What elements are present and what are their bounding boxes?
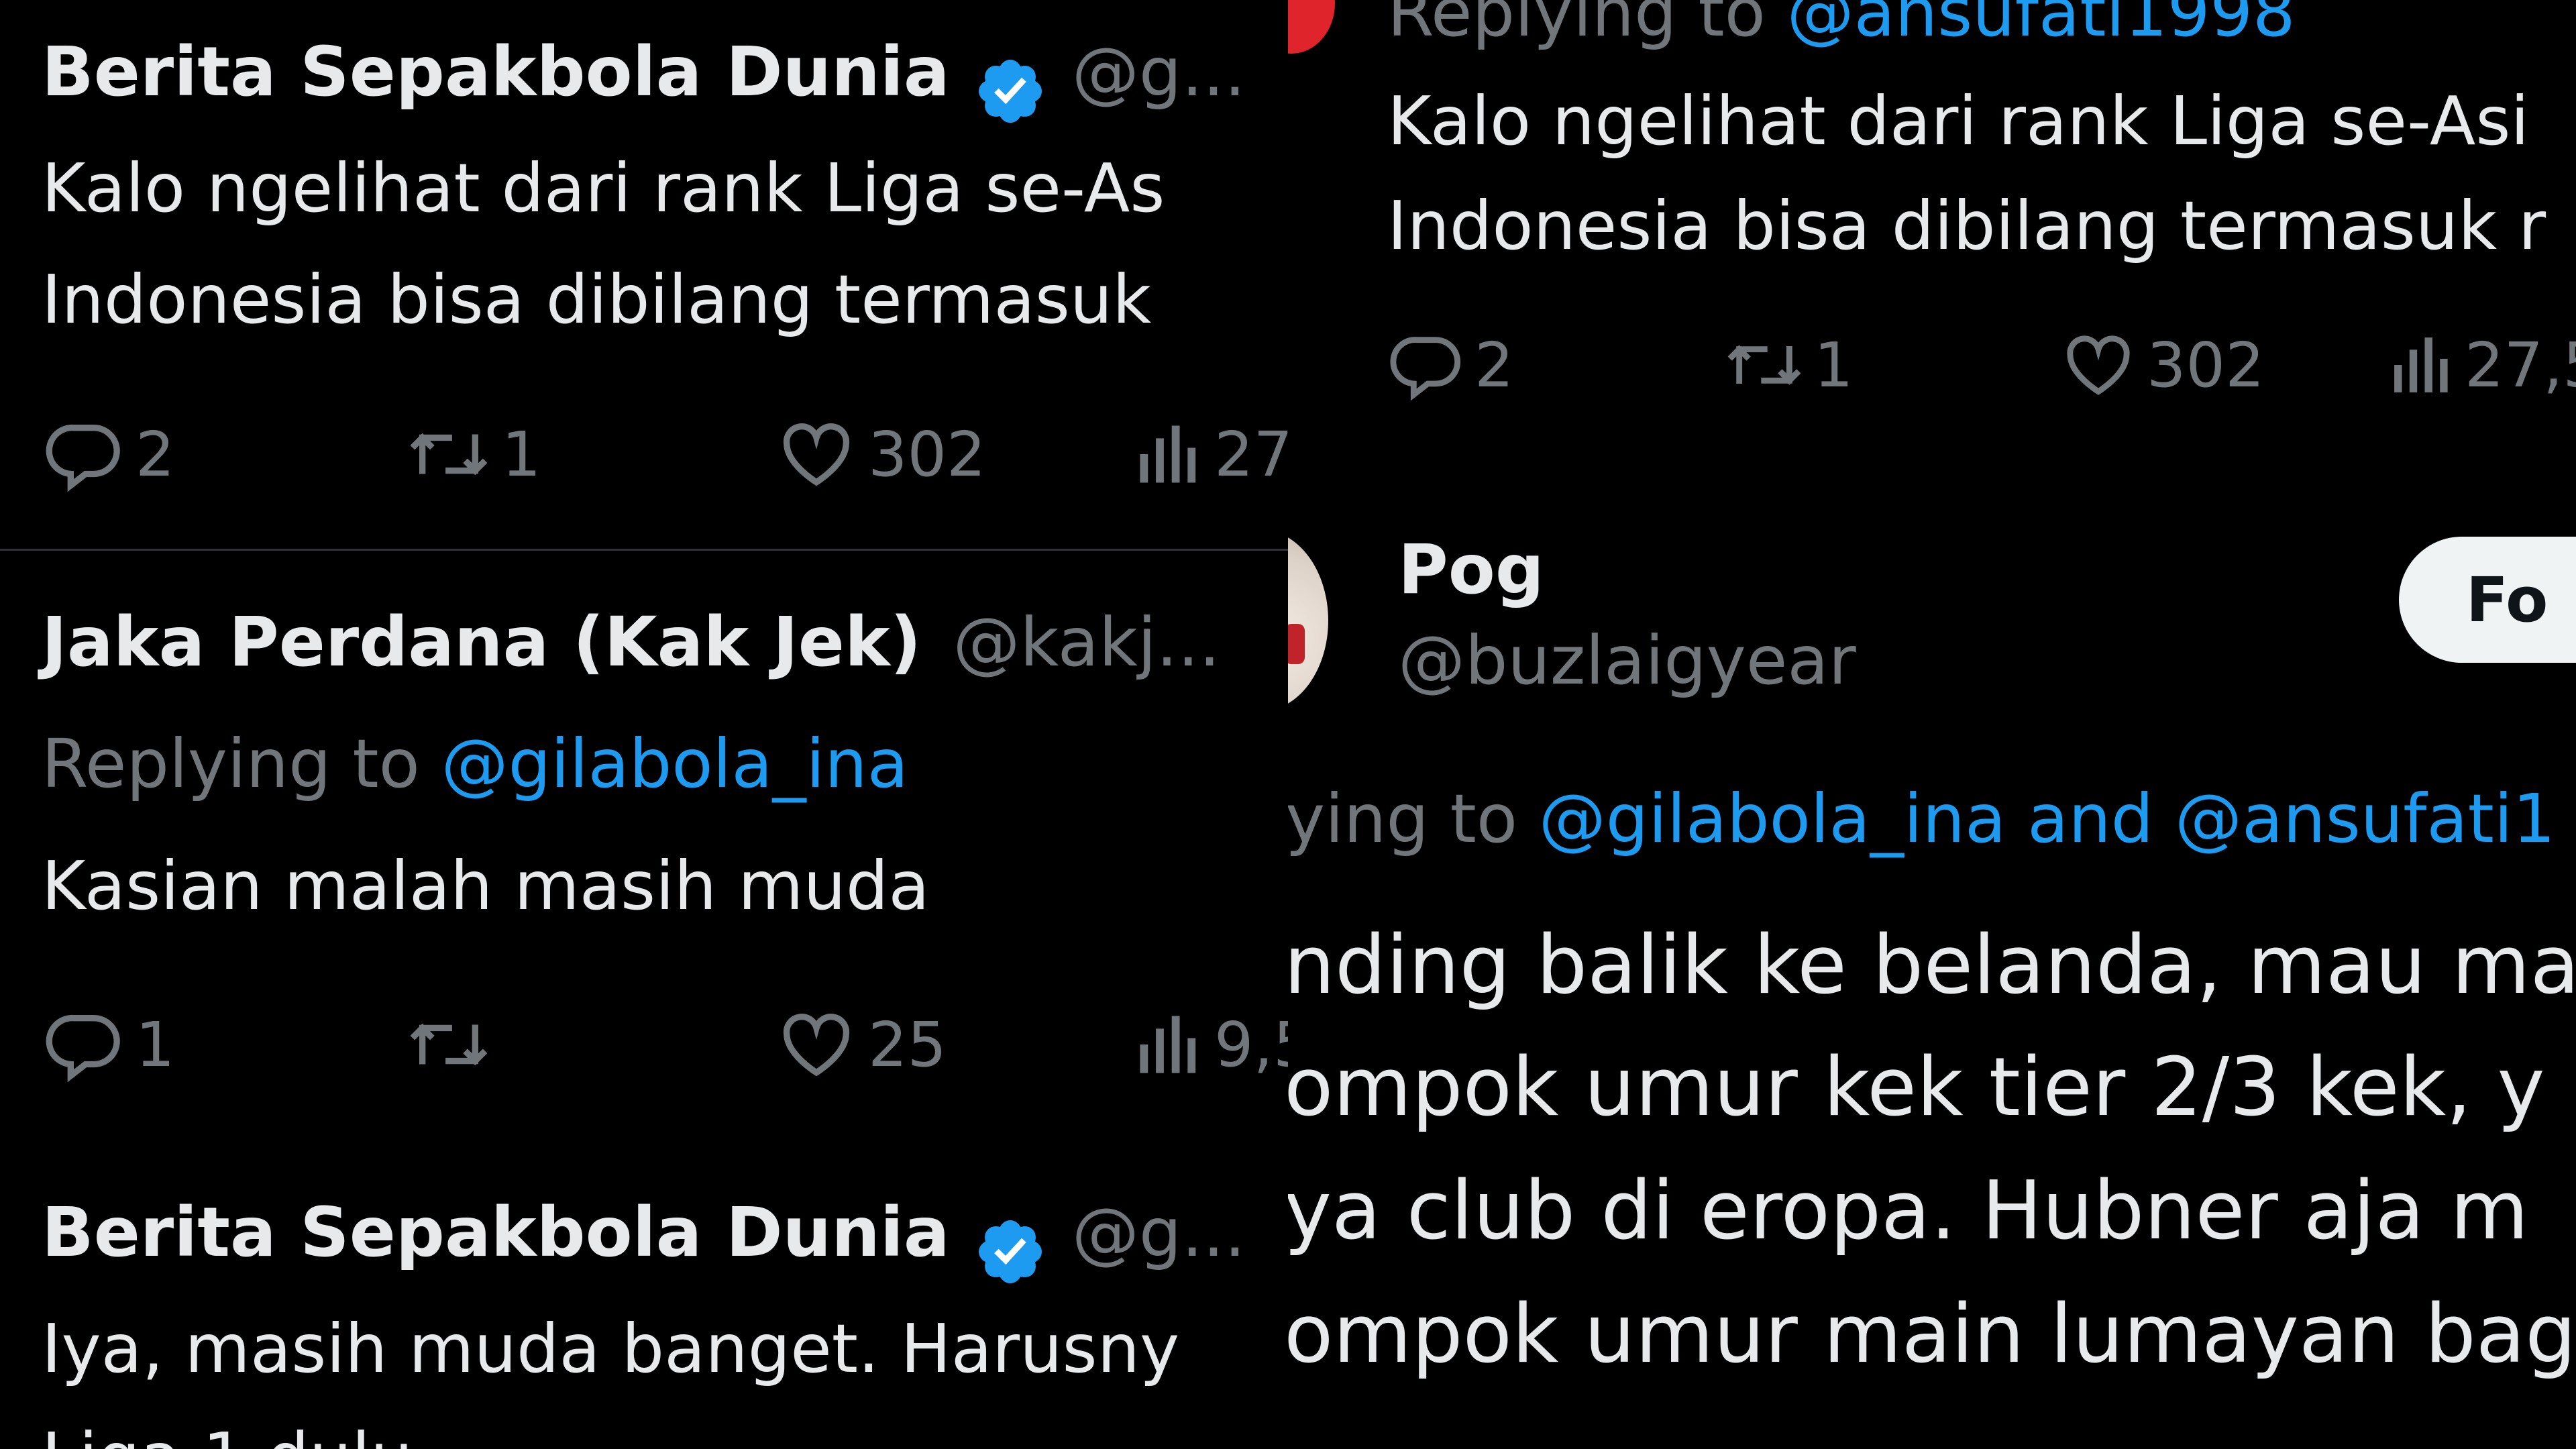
repost-icon <box>405 1005 492 1084</box>
post1-text-line1: Kalo ngelihat dari rank Liga se-Asi <box>1387 82 2530 160</box>
post-divider <box>0 549 1288 551</box>
reply-count: 2 <box>136 418 175 490</box>
views-count: 27 <box>1214 418 1288 490</box>
views-icon <box>2388 327 2455 402</box>
replying-to-mentions[interactable]: @gilabola_ina and @ansufati1 <box>1539 780 2555 858</box>
post2-author-handle[interactable]: @buzlaigyear <box>1398 621 1856 700</box>
views-count: 27,5 <box>2465 329 2576 401</box>
post3-text-line1: Iya, masih muda banget. Harusny <box>42 1309 1180 1388</box>
post2-author-handle[interactable]: @kakj... <box>953 603 1221 682</box>
views-icon <box>1134 415 1203 494</box>
reply-button[interactable]: 2 <box>1389 327 1514 402</box>
post2-text-line2: ompok umur kek tier 2/3 kek, y <box>1288 1041 2545 1134</box>
views-button[interactable]: 27 <box>1134 415 1288 494</box>
avatar[interactable] <box>1288 530 1328 711</box>
left-screenshot-panel: Berita Sepakbola Dunia @g... Kalo ngelih… <box>0 0 1288 1449</box>
like-button[interactable]: 25 <box>777 1005 947 1084</box>
post1-author-handle[interactable]: @g... <box>1072 33 1246 111</box>
post1-text-line1: Kalo ngelihat dari rank Liga se-As <box>42 149 1165 227</box>
repost-button[interactable]: 1 <box>1723 327 1854 402</box>
post2-author-name[interactable]: Pog <box>1398 530 1544 610</box>
like-button[interactable]: 302 <box>2061 327 2265 402</box>
post1-replying-to: Replying to @ansufati1998 <box>1387 0 2296 52</box>
reply-icon <box>44 1005 123 1084</box>
post2-text-line1: nding balik ke belanda, mau ma <box>1288 919 2576 1012</box>
verified-badge-icon <box>973 54 1047 131</box>
reply-count: 1 <box>136 1008 175 1081</box>
post2-text: Kasian malah masih muda <box>42 847 930 925</box>
post2-header: Jaka Perdana (Kak Jek) @kakj... <box>42 602 1220 682</box>
replying-to-mention[interactable]: @ansufati1998 <box>1787 0 2296 52</box>
avatar <box>1288 0 1335 54</box>
post3-author-name[interactable]: Berita Sepakbola Dunia <box>42 1193 950 1273</box>
post1-header: Berita Sepakbola Dunia @g... <box>42 32 1246 131</box>
replying-to-label: Replying to <box>42 724 420 803</box>
views-button[interactable]: 9,5 <box>1134 1005 1288 1084</box>
replying-to-label: Replying to <box>1387 0 1766 52</box>
post2-replying-to: Replying to @gilabola_ina <box>42 724 908 803</box>
like-count: 302 <box>868 418 986 490</box>
repost-icon <box>405 415 492 494</box>
reply-button[interactable]: 1 <box>44 1005 175 1084</box>
repost-count: 1 <box>502 418 541 490</box>
post2-text-line4: ompok umur main lumayan bag <box>1288 1288 2576 1381</box>
post2-text-line3: ya club di eropa. Hubner aja m <box>1288 1165 2529 1258</box>
verified-badge-icon <box>973 1215 1047 1291</box>
post1-author-name[interactable]: Berita Sepakbola Dunia <box>42 32 950 112</box>
repost-icon <box>1723 327 1806 402</box>
follow-button-label: Fo <box>2466 564 2548 636</box>
post3-text-line2: Liga 1 dulu <box>42 1418 413 1449</box>
right-screenshot-panel: Replying to @ansufati1998 Kalo ngelihat … <box>1288 0 2576 1449</box>
like-count: 302 <box>2147 329 2265 401</box>
like-icon <box>777 1005 856 1084</box>
like-icon <box>2061 327 2136 402</box>
views-count: 9,5 <box>1214 1008 1288 1081</box>
follow-button[interactable]: Fo <box>2399 537 2576 663</box>
repost-button[interactable] <box>405 1005 502 1084</box>
like-count: 25 <box>868 1008 947 1081</box>
like-button[interactable]: 302 <box>777 415 986 494</box>
post1-text-line2: Indonesia bisa dibilang termasuk r <box>1387 186 2546 265</box>
post2-author-name[interactable]: Jaka Perdana (Kak Jek) <box>42 602 921 682</box>
post2-replying-to: ying to @gilabola_ina and @ansufati1 <box>1288 780 2555 858</box>
post3-author-handle[interactable]: @g... <box>1072 1193 1246 1272</box>
replying-to-mention[interactable]: @gilabola_ina <box>441 724 908 803</box>
reply-count: 2 <box>1474 329 1514 401</box>
reply-icon <box>1389 327 1464 402</box>
post1-text-line2: Indonesia bisa dibilang termasuk <box>42 260 1152 339</box>
views-button[interactable]: 27,5 <box>2388 327 2576 402</box>
reply-icon <box>44 415 123 494</box>
post3-header: Berita Sepakbola Dunia @g... <box>42 1193 1246 1291</box>
reply-button[interactable]: 2 <box>44 415 175 494</box>
replying-to-label: ying to <box>1288 780 1517 858</box>
repost-count: 1 <box>1814 329 1854 401</box>
like-icon <box>777 415 856 494</box>
views-icon <box>1134 1005 1203 1084</box>
repost-button[interactable]: 1 <box>405 415 541 494</box>
